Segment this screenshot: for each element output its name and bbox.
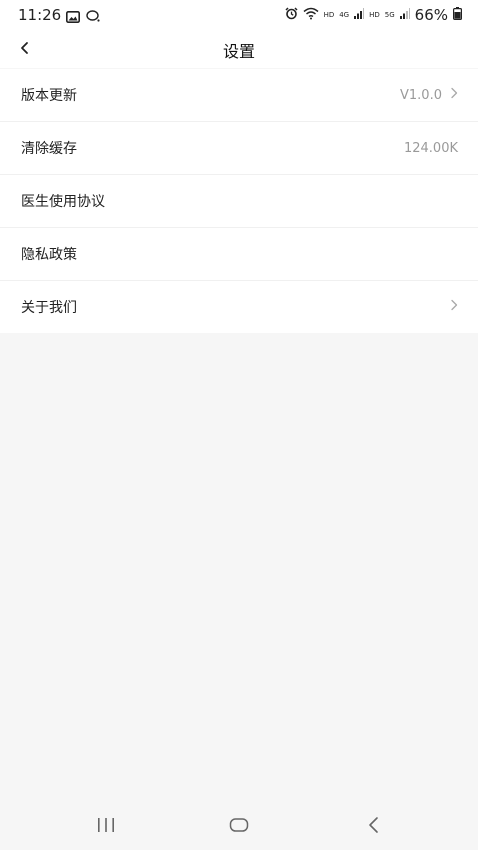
settings-row-right: V1.0.0	[400, 87, 458, 103]
settings-row-version-update[interactable]: 版本更新 V1.0.0	[0, 69, 478, 122]
home-icon	[229, 817, 249, 837]
wifi-icon	[303, 7, 319, 24]
status-right: HD 4G HD 5G 66%	[285, 6, 463, 24]
settings-row-label: 隐私政策	[21, 247, 77, 263]
status-time: 11:26	[18, 6, 62, 24]
settings-row-privacy-policy[interactable]: 隐私政策	[0, 228, 478, 281]
status-bar: 11:26 HD 4G HD 5G 66%	[0, 0, 478, 32]
settings-row-clear-cache[interactable]: 清除缓存 124.00K	[0, 122, 478, 175]
cache-size-value: 124.00K	[403, 140, 458, 156]
chat-bubble-icon	[86, 8, 101, 27]
settings-list: 版本更新 V1.0.0 清除缓存 124.00K 医生使用协议 隐私政策 关于我…	[0, 69, 478, 333]
battery-icon	[453, 6, 463, 24]
navigation-bar: 设置	[0, 32, 478, 68]
battery-percentage: 66%	[414, 6, 448, 24]
signal-icon-2	[399, 7, 410, 23]
network-4g-label: 4G	[339, 10, 350, 19]
home-button[interactable]	[219, 814, 259, 840]
settings-row-label: 关于我们	[21, 300, 77, 316]
alarm-icon	[285, 6, 298, 24]
hd-label-1: HD	[323, 10, 335, 19]
settings-row-doctor-agreement[interactable]: 医生使用协议	[0, 175, 478, 228]
version-value: V1.0.0	[400, 87, 442, 103]
settings-row-label: 清除缓存	[21, 141, 77, 157]
chevron-right-icon	[450, 299, 458, 315]
recent-apps-button[interactable]	[86, 814, 126, 840]
settings-row-label: 医生使用协议	[21, 194, 105, 210]
page-title: 设置	[222, 42, 255, 61]
status-left-icons	[66, 8, 101, 27]
settings-row-right	[450, 299, 458, 315]
recent-apps-icon	[96, 817, 116, 837]
signal-icon	[354, 7, 365, 23]
system-navigation-bar	[0, 804, 478, 850]
settings-row-right: 124.00K	[404, 141, 458, 156]
system-back-button[interactable]	[354, 814, 394, 840]
chevron-right-icon	[450, 87, 458, 103]
hd-label-2: HD	[369, 10, 380, 19]
back-icon	[367, 816, 381, 838]
network-5g-label: 5G	[384, 10, 395, 19]
settings-row-label: 版本更新	[21, 88, 77, 104]
settings-row-about-us[interactable]: 关于我们	[0, 281, 478, 333]
gallery-icon	[66, 8, 80, 27]
